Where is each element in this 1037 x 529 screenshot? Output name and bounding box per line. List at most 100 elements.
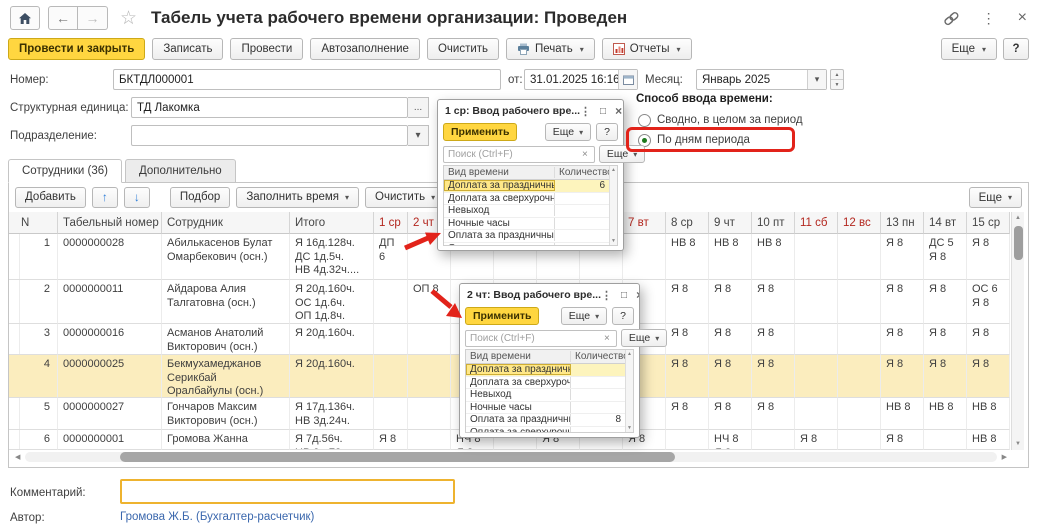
time-type-row[interactable]: Оплата за сверхурочные bbox=[466, 427, 625, 434]
pick-button[interactable]: Подбор bbox=[170, 187, 231, 208]
cell-day[interactable]: Я 8 bbox=[881, 324, 924, 355]
clear-time-button[interactable]: Очистить▾ bbox=[365, 187, 445, 208]
vertical-scroll-thumb[interactable] bbox=[1014, 226, 1023, 260]
cell-day[interactable]: Я 8 bbox=[795, 430, 838, 450]
table-more-button[interactable]: Еще▾ bbox=[969, 187, 1022, 208]
cell-day[interactable]: Я 8 bbox=[881, 355, 924, 398]
time-type-row[interactable]: Невыход bbox=[444, 205, 609, 218]
cell-day[interactable]: Я 8 bbox=[374, 430, 408, 450]
date-field[interactable]: 31.01.2025 16:16:16 bbox=[524, 69, 638, 90]
cell-day[interactable]: Я 8 bbox=[666, 355, 709, 398]
popup-more-button[interactable]: Еще▾ bbox=[561, 307, 607, 325]
cell-total[interactable]: Я 17д.136ч. НВ 3д.24ч. bbox=[290, 398, 374, 430]
cell-day[interactable]: Я 8 bbox=[924, 280, 967, 324]
popup-title-bar[interactable]: 2 чт: Ввод рабочего вре... ⋮ □ × bbox=[460, 284, 639, 304]
cell-day[interactable]: Я 8 bbox=[881, 430, 924, 450]
cell-day[interactable] bbox=[838, 324, 881, 355]
radio-icon[interactable] bbox=[638, 114, 651, 127]
spin-down-icon[interactable]: ▼ bbox=[831, 80, 843, 89]
scroll-right-icon[interactable]: ▶ bbox=[997, 453, 1007, 461]
cell-day[interactable]: НВ 8 bbox=[752, 234, 795, 280]
scroll-up-icon[interactable]: ▲ bbox=[611, 167, 616, 173]
cell-tabno[interactable]: 0000000011 bbox=[58, 280, 162, 324]
help-button[interactable]: ? bbox=[1003, 38, 1029, 60]
popup-title-bar[interactable]: 1 ср: Ввод рабочего вре... ⋮ □ × bbox=[438, 100, 623, 120]
scroll-down-icon[interactable]: ▼ bbox=[1015, 438, 1021, 450]
spin-up-icon[interactable]: ▲ bbox=[831, 70, 843, 80]
post-and-close-button[interactable]: Провести и закрыть bbox=[8, 38, 145, 60]
clear-search-icon[interactable]: × bbox=[602, 333, 612, 344]
maximize-icon[interactable]: □ bbox=[600, 106, 606, 117]
search-input[interactable]: × bbox=[465, 330, 617, 347]
cell-day[interactable]: Я 8 bbox=[709, 398, 752, 430]
cell-day[interactable]: НВ 8 bbox=[881, 398, 924, 430]
time-type-row[interactable]: Доплата за сверхурочные bbox=[444, 193, 609, 206]
move-down-button[interactable]: ↓ bbox=[124, 187, 150, 208]
cell-day[interactable] bbox=[752, 430, 795, 450]
cell-day[interactable] bbox=[408, 398, 451, 430]
month-spinner[interactable]: ▲▼ bbox=[830, 69, 844, 90]
cell-day[interactable]: НЧ 8 Я 8 bbox=[709, 430, 752, 450]
cell-day[interactable]: НВ 8 bbox=[709, 234, 752, 280]
cell-day[interactable]: Я 8 bbox=[752, 280, 795, 324]
maximize-icon[interactable]: □ bbox=[621, 290, 627, 301]
popup-scrollbar[interactable]: ▲▼ bbox=[609, 166, 617, 245]
cell-day[interactable]: Я 8 bbox=[967, 234, 1010, 280]
cell-n[interactable]: 3 bbox=[16, 324, 58, 355]
col-tabno-header[interactable]: Табельный номер bbox=[58, 212, 162, 234]
cell-total[interactable]: Я 20д.160ч. bbox=[290, 324, 374, 355]
day-column-header[interactable]: 7 вт bbox=[623, 212, 666, 234]
clear-search-icon[interactable]: × bbox=[580, 149, 590, 160]
cell-day[interactable] bbox=[838, 355, 881, 398]
cell-employee[interactable]: Громова Жанна bbox=[162, 430, 290, 450]
day-column-header[interactable]: 11 сб bbox=[795, 212, 838, 234]
time-type-row[interactable]: Ночные часы bbox=[444, 218, 609, 231]
clear-button[interactable]: Очистить bbox=[427, 38, 499, 60]
chevron-down-icon[interactable]: ▾ bbox=[807, 70, 826, 89]
col-time-type[interactable]: Вид времени bbox=[444, 167, 555, 178]
forward-button[interactable]: → bbox=[78, 6, 108, 30]
author-link[interactable]: Громова Ж.Б. (Бухгалтер-расчетчик) bbox=[120, 511, 314, 523]
cell-day[interactable]: Я 8 bbox=[752, 398, 795, 430]
cell-day[interactable] bbox=[795, 280, 838, 324]
col-employee-header[interactable]: Сотрудник bbox=[162, 212, 290, 234]
cell-total[interactable]: Я 16д.128ч. ДС 1д.5ч. НВ 4д.32ч.... bbox=[290, 234, 374, 280]
add-row-button[interactable]: Добавить bbox=[15, 187, 86, 208]
cell-day[interactable]: Я 8 bbox=[709, 355, 752, 398]
horizontal-scroll-thumb[interactable] bbox=[120, 452, 675, 462]
day-column-header[interactable]: 14 вт bbox=[924, 212, 967, 234]
radio-summary-period[interactable]: Сводно, в целом за период bbox=[638, 112, 803, 128]
comment-field[interactable] bbox=[120, 479, 455, 504]
cell-employee[interactable]: Бекмухамеджанов Серикбай Оралбайулы (осн… bbox=[162, 355, 290, 398]
cell-day[interactable] bbox=[374, 280, 408, 324]
tab-additional[interactable]: Дополнительно bbox=[125, 159, 236, 183]
search-more-button[interactable]: Еще▾ bbox=[621, 329, 667, 347]
post-button[interactable]: Провести bbox=[230, 38, 303, 60]
cell-day[interactable] bbox=[374, 324, 408, 355]
fill-time-button[interactable]: Заполнить время▾ bbox=[236, 187, 359, 208]
popup-help-button[interactable]: ? bbox=[596, 123, 618, 141]
close-icon[interactable]: × bbox=[636, 288, 639, 302]
cell-day[interactable]: Я 8 bbox=[709, 280, 752, 324]
autofill-button[interactable]: Автозаполнение bbox=[310, 38, 420, 60]
cell-day[interactable] bbox=[838, 280, 881, 324]
back-button[interactable]: ← bbox=[48, 6, 78, 30]
cell-day[interactable]: Я 8 bbox=[666, 280, 709, 324]
cell-tabno[interactable]: 0000000016 bbox=[58, 324, 162, 355]
cell-day[interactable] bbox=[408, 430, 451, 450]
cell-employee[interactable]: Айдарова Алия Талгатовна (осн.) bbox=[162, 280, 290, 324]
day-column-header[interactable]: 15 ср bbox=[967, 212, 1010, 234]
time-type-row[interactable]: Невыход bbox=[466, 389, 625, 402]
cell-n[interactable]: 6 bbox=[16, 430, 58, 450]
cell-tabno[interactable]: 0000000025 bbox=[58, 355, 162, 398]
month-field[interactable]: Январь 2025 ▾ bbox=[696, 69, 827, 90]
search-input[interactable]: × bbox=[443, 146, 595, 163]
cell-tabno[interactable]: 0000000028 bbox=[58, 234, 162, 280]
col-quantity[interactable]: Количество bbox=[555, 167, 609, 178]
cell-day[interactable] bbox=[374, 355, 408, 398]
popup-scrollbar[interactable]: ▲▼ bbox=[625, 350, 633, 432]
scroll-down-icon[interactable]: ▼ bbox=[611, 238, 616, 244]
cell-employee[interactable]: Асманов Анатолий Викторович (осн.) bbox=[162, 324, 290, 355]
cell-day[interactable] bbox=[374, 398, 408, 430]
day-column-header[interactable]: 12 вс bbox=[838, 212, 881, 234]
